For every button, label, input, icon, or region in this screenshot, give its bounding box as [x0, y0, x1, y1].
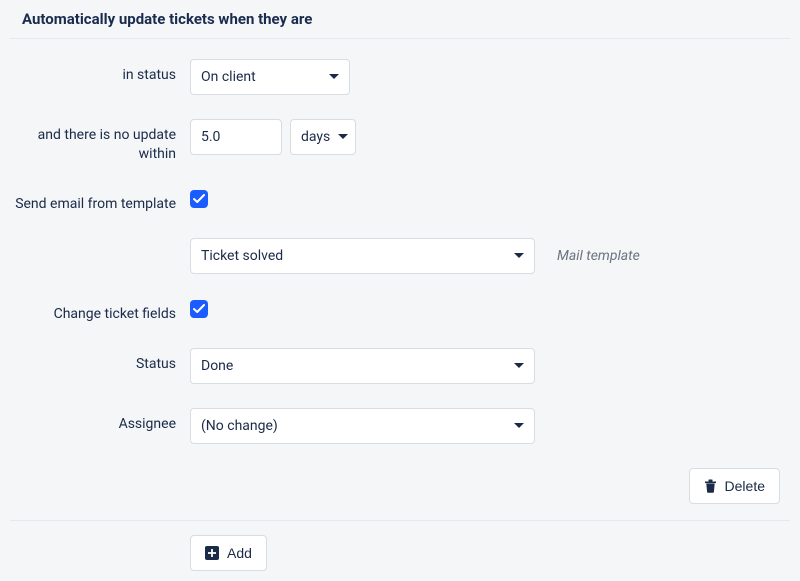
label-no-update: and there is no update within	[10, 119, 190, 164]
check-icon	[193, 194, 205, 204]
add-button[interactable]: Add	[190, 535, 267, 571]
add-button-label: Add	[227, 545, 252, 561]
label-status: Status	[10, 348, 190, 374]
trash-icon	[704, 479, 717, 493]
delete-button[interactable]: Delete	[689, 468, 780, 504]
delete-button-label: Delete	[725, 478, 765, 494]
duration-number-input[interactable]	[201, 129, 271, 145]
row-status: Status Done	[10, 348, 790, 384]
chevron-down-icon	[338, 134, 348, 140]
change-status-value: Done	[201, 358, 233, 374]
change-assignee-select[interactable]: (No change)	[190, 408, 535, 444]
label-in-status: in status	[10, 59, 190, 85]
check-icon	[193, 304, 205, 314]
email-template-value: Ticket solved	[201, 248, 283, 264]
duration-unit-value: days	[301, 129, 330, 145]
label-send-email: Send email from template	[10, 188, 190, 214]
label-change-fields: Change ticket fields	[10, 298, 190, 324]
chevron-down-icon	[514, 423, 524, 429]
row-no-update: and there is no update within days	[10, 119, 790, 164]
label-empty-template	[10, 238, 190, 245]
row-email-template: Ticket solved Mail template	[10, 238, 790, 274]
duration-unit-select[interactable]: days	[290, 119, 356, 155]
add-row: Add	[10, 535, 790, 571]
in-status-value: On client	[201, 69, 256, 85]
chevron-down-icon	[329, 74, 339, 80]
mail-template-hint: Mail template	[557, 248, 640, 264]
label-assignee: Assignee	[10, 408, 190, 434]
row-in-status: in status On client	[10, 59, 790, 95]
row-send-email: Send email from template	[10, 188, 790, 214]
row-change-fields: Change ticket fields	[10, 298, 790, 324]
send-email-checkbox[interactable]	[190, 190, 208, 208]
email-template-select[interactable]: Ticket solved	[190, 238, 535, 274]
plus-icon	[205, 546, 219, 560]
duration-number-input-wrap	[190, 119, 282, 155]
row-assignee: Assignee (No change)	[10, 408, 790, 444]
in-status-select[interactable]: On client	[190, 59, 350, 95]
chevron-down-icon	[514, 253, 524, 259]
actions-row: Delete	[10, 468, 790, 521]
change-fields-checkbox[interactable]	[190, 300, 208, 318]
change-assignee-value: (No change)	[201, 418, 278, 434]
chevron-down-icon	[514, 363, 524, 369]
section-header: Automatically update tickets when they a…	[10, 0, 790, 39]
change-status-select[interactable]: Done	[190, 348, 535, 384]
section-title: Automatically update tickets when they a…	[22, 10, 778, 28]
